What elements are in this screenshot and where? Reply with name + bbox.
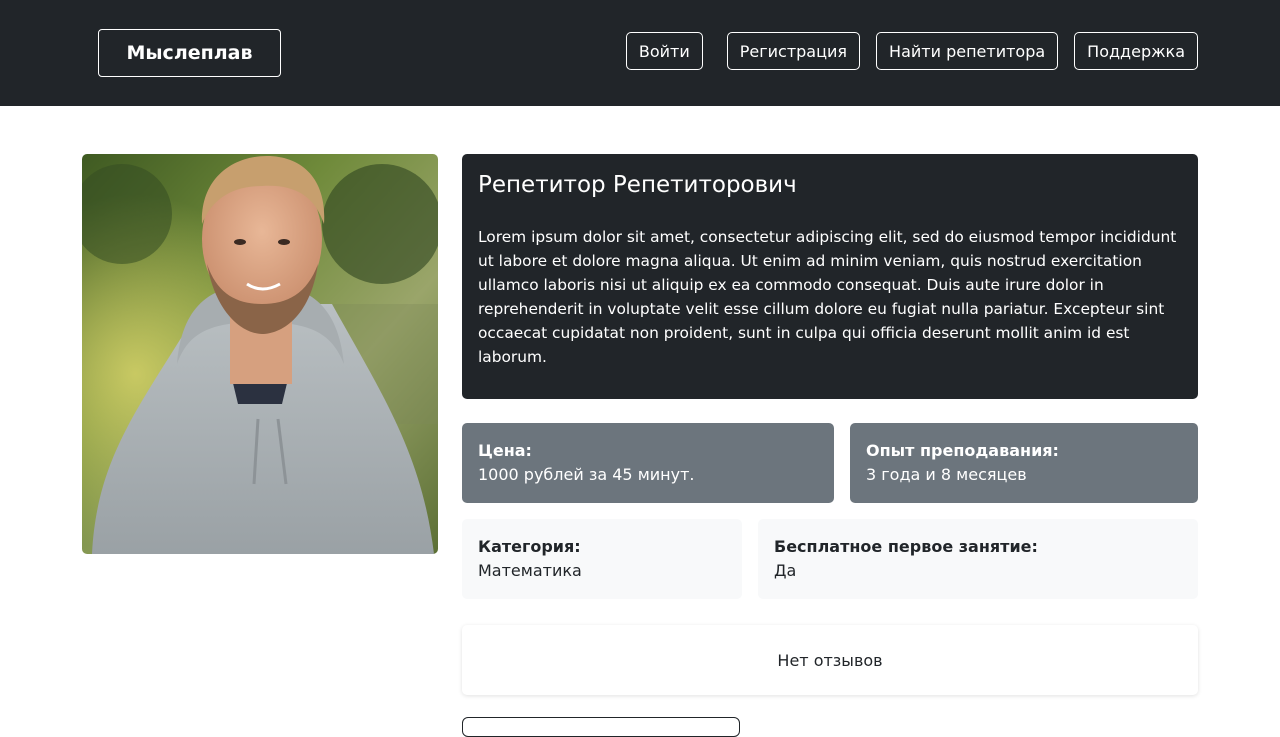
free-lesson-card: Бесплатное первое занятие: Да <box>758 519 1198 599</box>
experience-card: Опыт преподавания: 3 года и 8 месяцев <box>850 423 1198 503</box>
tutor-photo <box>82 154 438 554</box>
reviews-section: Нет отзывов <box>462 625 1198 695</box>
tutor-info-card: Репетитор Репетиторович Lorem ipsum dolo… <box>462 154 1198 399</box>
category-label: Категория: <box>478 537 581 556</box>
register-button[interactable]: Регистрация <box>726 32 861 70</box>
tutor-portrait-image <box>82 154 438 554</box>
login-button[interactable]: Войти <box>625 32 703 70</box>
bottom-action-button[interactable] <box>462 717 740 737</box>
price-card: Цена: 1000 рублей за 45 минут. <box>462 423 834 503</box>
tutor-name: Репетитор Репетиторович <box>478 172 797 198</box>
free-lesson-label: Бесплатное первое занятие: <box>774 537 1038 556</box>
navbar: Мыслеплав Войти Регистрация Найти репети… <box>0 0 1280 106</box>
category-card: Категория: Математика <box>462 519 742 599</box>
no-reviews-text: Нет отзывов <box>777 650 883 670</box>
experience-label: Опыт преподавания: <box>866 441 1059 460</box>
price-value: 1000 рублей за 45 минут. <box>478 465 695 484</box>
support-button[interactable]: Поддержка <box>1074 32 1198 70</box>
category-value: Математика <box>478 561 582 580</box>
free-lesson-value: Да <box>774 561 797 580</box>
experience-value: 3 года и 8 месяцев <box>866 465 1027 484</box>
nav-links: Войти Регистрация Найти репетитора Подде… <box>625 32 1198 70</box>
price-label: Цена: <box>478 441 532 460</box>
brand-logo-link[interactable]: Мыслеплав <box>98 29 281 77</box>
tutor-description: Lorem ipsum dolor sit amet, consectetur … <box>478 228 1177 366</box>
find-tutor-button[interactable]: Найти репетитора <box>876 32 1059 70</box>
